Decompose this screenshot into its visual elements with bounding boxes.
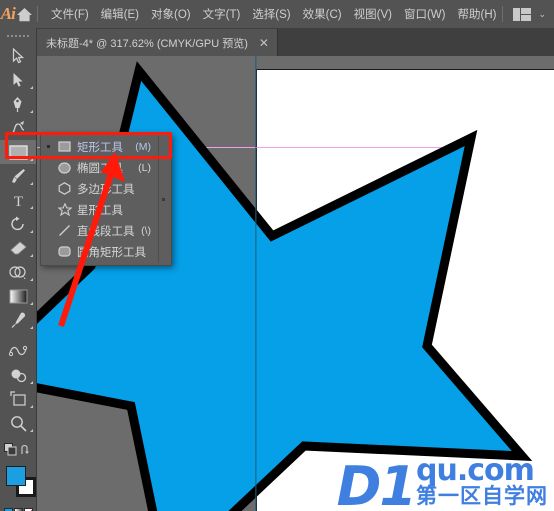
blend-tool[interactable] [0, 339, 36, 363]
tool-group-corner-icon [30, 429, 33, 432]
selection-tool[interactable] [0, 44, 36, 68]
bullet-placeholder [45, 206, 52, 213]
menu-effect[interactable]: 效果(C) [297, 0, 348, 28]
artboard-tool[interactable] [0, 387, 36, 411]
tool-group-corner-icon [30, 110, 33, 113]
tool-group-corner-icon [30, 182, 33, 185]
fill-stroke-controls-row [0, 442, 36, 462]
flyout-item-label: 星形工具 [77, 204, 123, 217]
tool-group-corner-icon [30, 405, 33, 408]
close-icon[interactable]: ✕ [257, 37, 271, 49]
menu-bar: Ai 文件(F) 编辑(E) 对象(O) 文字(T) 选择(S) 效果(C) 视… [0, 0, 554, 29]
tool-group-corner-icon [30, 278, 33, 281]
menu-object[interactable]: 对象(O) [145, 0, 197, 28]
flyout-item-ellipse[interactable]: 椭圆工具 (L) [41, 157, 171, 178]
gradient-tool[interactable] [0, 284, 36, 308]
flyout-item-label: 直线段工具 [77, 225, 135, 238]
swap-fill-stroke-icon[interactable] [20, 443, 33, 461]
watermark-d1: D1 [336, 454, 417, 511]
eyedropper-tool[interactable] [0, 308, 36, 332]
canvas-area[interactable] [36, 56, 554, 511]
menu-select[interactable]: 选择(S) [246, 0, 296, 28]
document-tab-title: 未标题-4* @ 317.62% (CMYK/GPU 预览) [46, 37, 248, 50]
workspace-switcher-icon[interactable] [513, 7, 532, 21]
watermark: D1 qu.com 第一区自学网 [336, 452, 548, 511]
red-highlight-rect [5, 132, 172, 159]
color-swatch-icon[interactable] [3, 507, 13, 511]
bullet-placeholder [45, 227, 52, 234]
paintbrush-tool[interactable] [0, 164, 36, 188]
menu-edit[interactable]: 编辑(E) [95, 0, 145, 28]
toolbar-divider [0, 332, 36, 339]
ai-logo-icon: Ai [0, 4, 16, 23]
none-swatch-icon[interactable] [23, 507, 33, 511]
line-segment-icon [57, 223, 72, 238]
flyout-item-label: 多边形工具 [77, 183, 135, 196]
tool-group-corner-icon [30, 206, 33, 209]
bullet-placeholder [45, 185, 52, 192]
zoom-tool[interactable] [0, 411, 36, 435]
menu-window[interactable]: 窗口(W) [398, 0, 452, 28]
star-icon [57, 202, 72, 217]
flyout-item-line-segment[interactable]: 直线段工具 (\) [41, 220, 171, 241]
fill-swatch[interactable] [6, 466, 26, 486]
flyout-item-label: 圆角矩形工具 [77, 246, 146, 259]
document-tab-bar: 未标题-4* @ 317.62% (CMYK/GPU 预览) ✕ [0, 28, 554, 56]
watermark-domain: qu.com [416, 452, 535, 488]
flyout-item-polygon[interactable]: 多边形工具 [41, 178, 171, 199]
tool-group-corner-icon [30, 230, 33, 233]
bullet-placeholder [45, 248, 52, 255]
toolbar-divider-2 [0, 435, 36, 442]
svg-text:T: T [13, 194, 22, 208]
menu-type[interactable]: 文字(T) [197, 0, 247, 28]
tools-panel: T [0, 28, 37, 511]
rotate-tool[interactable] [0, 212, 36, 236]
menu-file[interactable]: 文件(F) [45, 0, 95, 28]
flyout-item-shortcut: (\) [141, 224, 151, 237]
rounded-rect-icon [57, 244, 72, 259]
tool-group-corner-icon [30, 326, 33, 329]
polygon-icon [57, 181, 72, 196]
shape-builder-tool[interactable] [0, 260, 36, 284]
type-tool[interactable]: T [0, 188, 36, 212]
gradient-swatch-icon[interactable] [13, 507, 23, 511]
tool-group-corner-icon [30, 302, 33, 305]
menu-help[interactable]: 帮助(H) [451, 0, 502, 28]
pen-tool[interactable] [0, 92, 36, 116]
document-tab[interactable]: 未标题-4* @ 317.62% (CMYK/GPU 预览) ✕ [36, 29, 278, 56]
ellipse-icon [57, 160, 72, 175]
tool-group-corner-icon [30, 86, 33, 89]
symbol-sprayer-tool[interactable] [0, 363, 36, 387]
menubar-right-group: ⌄ [502, 6, 554, 22]
flyout-item-rounded-rect[interactable]: 圆角矩形工具 [41, 241, 171, 262]
flyout-item-shortcut: (L) [138, 161, 151, 174]
color-mode-row [0, 506, 36, 511]
eraser-tool[interactable] [0, 236, 36, 260]
direct-selection-tool[interactable] [0, 68, 36, 92]
flyout-item-label: 椭圆工具 [77, 162, 123, 175]
menu-view[interactable]: 视图(V) [348, 0, 398, 28]
home-icon[interactable] [16, 0, 33, 28]
tool-group-corner-icon [30, 381, 33, 384]
default-fill-stroke-icon[interactable] [3, 443, 17, 461]
bullet-placeholder [45, 164, 52, 171]
tool-group-corner-icon [30, 254, 33, 257]
menubar-right-divider [502, 6, 504, 22]
flyout-item-star[interactable]: 星形工具 [41, 199, 171, 220]
chevron-down-icon[interactable]: ⌄ [538, 9, 546, 20]
toolbar-grip-icon[interactable] [0, 28, 36, 44]
fill-stroke-swatches[interactable] [0, 464, 36, 504]
star-shape[interactable] [36, 56, 554, 511]
watermark-right: qu.com 第一区自学网 [416, 452, 548, 510]
illustrator-window: Ai 文件(F) 编辑(E) 对象(O) 文字(T) 选择(S) 效果(C) 视… [0, 0, 554, 511]
watermark-cn-name: 第一区自学网 [416, 484, 548, 508]
